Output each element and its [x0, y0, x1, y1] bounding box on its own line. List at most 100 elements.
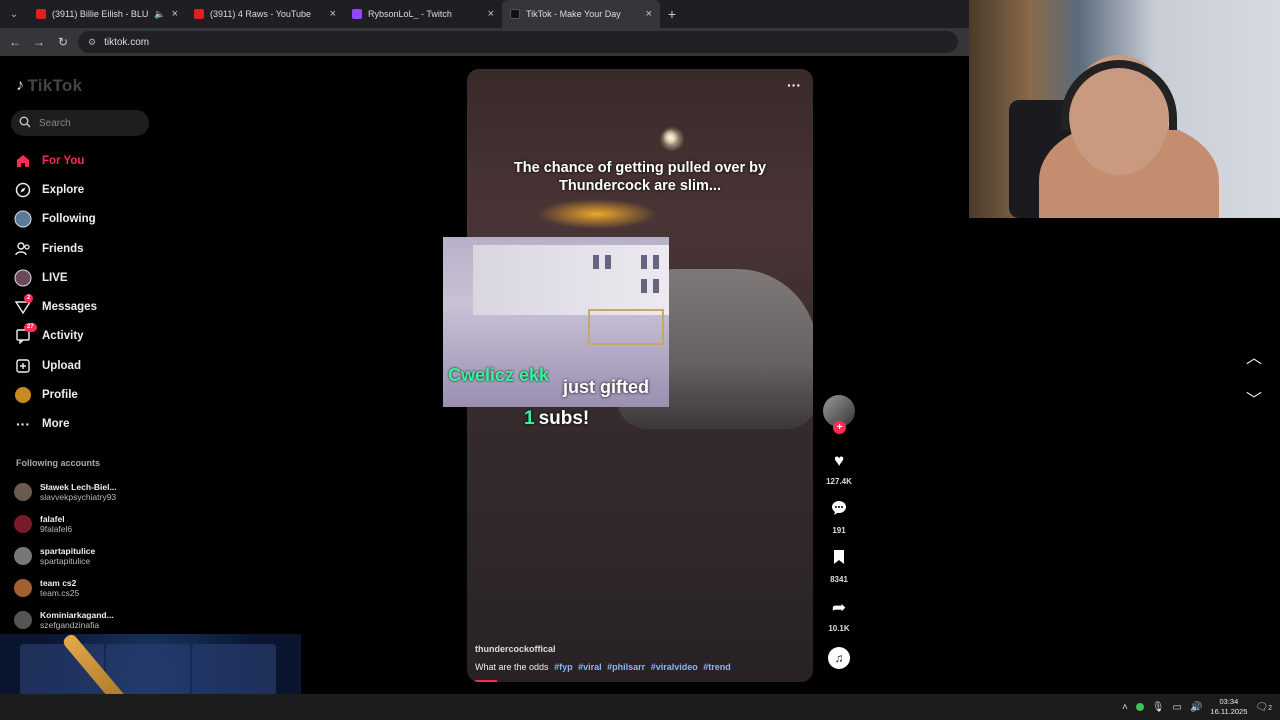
building-image: [473, 245, 669, 315]
nav-friends[interactable]: Friends: [14, 234, 97, 263]
account-name: falafel: [40, 514, 65, 524]
save-button[interactable]: 8341: [830, 549, 848, 584]
account-name: team cs2: [40, 578, 77, 588]
tab-search-button[interactable]: ⌄: [0, 0, 28, 28]
previous-video-chevron-up-icon[interactable]: ︿: [1244, 344, 1264, 368]
tiktok-logo[interactable]: ♪ TikTok: [16, 76, 82, 96]
twitch-favicon-icon: [352, 9, 362, 19]
account-item[interactable]: team cs2 team.cs25: [14, 572, 117, 604]
following-accounts-list: Sławek Lech-Biel... slavvekpsychiatry93 f…: [14, 476, 117, 636]
account-item[interactable]: Kominiarkagand... szefgandzinafia: [14, 604, 117, 636]
status-dot-icon[interactable]: [1135, 703, 1144, 711]
clock[interactable]: 03:34 16.11.2025: [1210, 697, 1247, 717]
tab-tiktok[interactable]: TikTok - Make Your Day ×: [502, 0, 660, 28]
nav-for-you[interactable]: For You: [14, 146, 97, 175]
share-button[interactable]: ➦ 10.1K: [828, 598, 849, 633]
more-options-icon[interactable]: ···: [787, 77, 801, 93]
next-video-chevron-down-icon[interactable]: ﹀: [1244, 386, 1264, 410]
hashtag[interactable]: #philsarr: [607, 662, 645, 672]
follow-plus-icon[interactable]: +: [833, 421, 846, 434]
notification-count: 2: [1268, 704, 1272, 712]
tab-twitch[interactable]: RybsonLoL_ - Twitch ×: [344, 0, 502, 28]
messages-badge: 2: [24, 294, 34, 304]
creator-avatar[interactable]: +: [823, 395, 855, 434]
compass-icon: [14, 181, 32, 199]
account-item[interactable]: falafel 9falafel6: [14, 508, 117, 540]
account-name: spartapitulice: [40, 546, 96, 556]
close-tab-icon[interactable]: ×: [646, 8, 652, 20]
avatar: [14, 611, 32, 629]
sub-gift-alert-image: Cwelicz ekk just gifted: [443, 237, 669, 407]
street-lamp-glow: [662, 129, 678, 145]
following-avatar-icon: [14, 210, 32, 228]
account-handle: szefgandzinafia: [40, 620, 100, 630]
notifications-icon[interactable]: 🗨2: [1255, 702, 1272, 713]
like-button[interactable]: ♥ 127.4K: [826, 451, 852, 486]
close-tab-icon[interactable]: ×: [330, 8, 336, 20]
account-name: Sławek Lech-Biel...: [40, 482, 117, 492]
microphone-icon[interactable]: 🎙: [1152, 702, 1165, 713]
nav-following[interactable]: Following: [14, 205, 97, 234]
account-item[interactable]: Sławek Lech-Biel... slavvekpsychiatry93: [14, 476, 117, 508]
profile-avatar-icon: [14, 386, 32, 404]
hashtag[interactable]: #viralvideo: [651, 662, 698, 672]
speaker-icon[interactable]: 🔈: [154, 9, 165, 20]
hashtag[interactable]: #trend: [703, 662, 731, 672]
nav-label: Activity: [42, 330, 84, 343]
ellipsis-icon: ···: [16, 416, 30, 433]
gift-username: Cwelicz ekk: [448, 365, 550, 385]
account-handle: slavvekpsychiatry93: [40, 492, 117, 502]
account-item[interactable]: spartapitulice spartapitulice: [14, 540, 117, 572]
account-handle: 9falafel6: [40, 524, 73, 534]
back-arrow-icon[interactable]: ←: [6, 35, 24, 49]
hashtag[interactable]: #fyp: [554, 662, 573, 672]
nav-more[interactable]: ··· More: [14, 410, 97, 439]
new-tab-button[interactable]: +: [660, 6, 684, 22]
plus-square-icon: [14, 357, 32, 375]
account-handle: spartapitulice: [40, 556, 91, 566]
nav-label: More: [42, 418, 70, 431]
close-tab-icon[interactable]: ×: [488, 8, 494, 20]
nav-upload[interactable]: Upload: [14, 351, 97, 380]
nav-live[interactable]: LIVE: [14, 263, 97, 292]
gift-subs-line: 1 subs!: [524, 408, 589, 430]
network-icon[interactable]: ▭: [1173, 702, 1182, 713]
nav-activity[interactable]: 27 Activity: [14, 322, 97, 351]
chevron-up-icon[interactable]: ˄: [1122, 702, 1128, 713]
url-text: tiktok.com: [104, 36, 150, 48]
account-name: Kominiarkagand...: [40, 610, 114, 620]
hashtag[interactable]: #viral: [578, 662, 602, 672]
forward-arrow-icon[interactable]: →: [30, 35, 48, 49]
clock-date: 16.11.2025: [1210, 707, 1248, 716]
headset-shape: [1061, 60, 1177, 130]
home-icon: [14, 152, 32, 170]
avatar: [14, 515, 32, 533]
music-disc-icon[interactable]: ♫: [828, 647, 850, 669]
close-tab-icon[interactable]: ×: [172, 8, 178, 20]
webcam-overlay: [969, 0, 1280, 218]
share-arrow-icon: ➦: [831, 598, 847, 617]
nav-label: For You: [42, 154, 85, 167]
logo-text: TikTok: [27, 76, 83, 95]
police-light-glow: [537, 199, 657, 229]
share-count: 10.1K: [828, 624, 850, 633]
reload-icon[interactable]: ↻: [54, 35, 72, 49]
nav-profile[interactable]: Profile: [14, 380, 97, 409]
nav-label: Messages: [42, 301, 97, 314]
url-field[interactable]: ⚙ tiktok.com: [78, 31, 958, 53]
tab-youtube[interactable]: (3911) 4 Raws - YouTube ×: [186, 0, 344, 28]
volume-icon[interactable]: 🔊: [1190, 702, 1202, 713]
video-progress-bar[interactable]: [475, 680, 497, 682]
site-info-icon[interactable]: ⚙: [88, 37, 96, 48]
live-icon: [14, 269, 32, 287]
video-author[interactable]: thundercockoffical: [475, 644, 556, 654]
like-count: 127.4K: [826, 477, 852, 486]
tab-billie-eilish[interactable]: (3911) Billie Eilish - BLUE (C 🔈 ×: [28, 0, 186, 28]
tab-title: TikTok - Make Your Day: [526, 9, 621, 19]
nav-messages[interactable]: 2 Messages: [14, 292, 97, 321]
nav-explore[interactable]: Explore: [14, 175, 97, 204]
friends-icon: [14, 240, 32, 258]
comment-button[interactable]: 191: [831, 500, 847, 535]
search-input[interactable]: Search: [11, 110, 149, 136]
send-icon: 2: [14, 294, 34, 316]
